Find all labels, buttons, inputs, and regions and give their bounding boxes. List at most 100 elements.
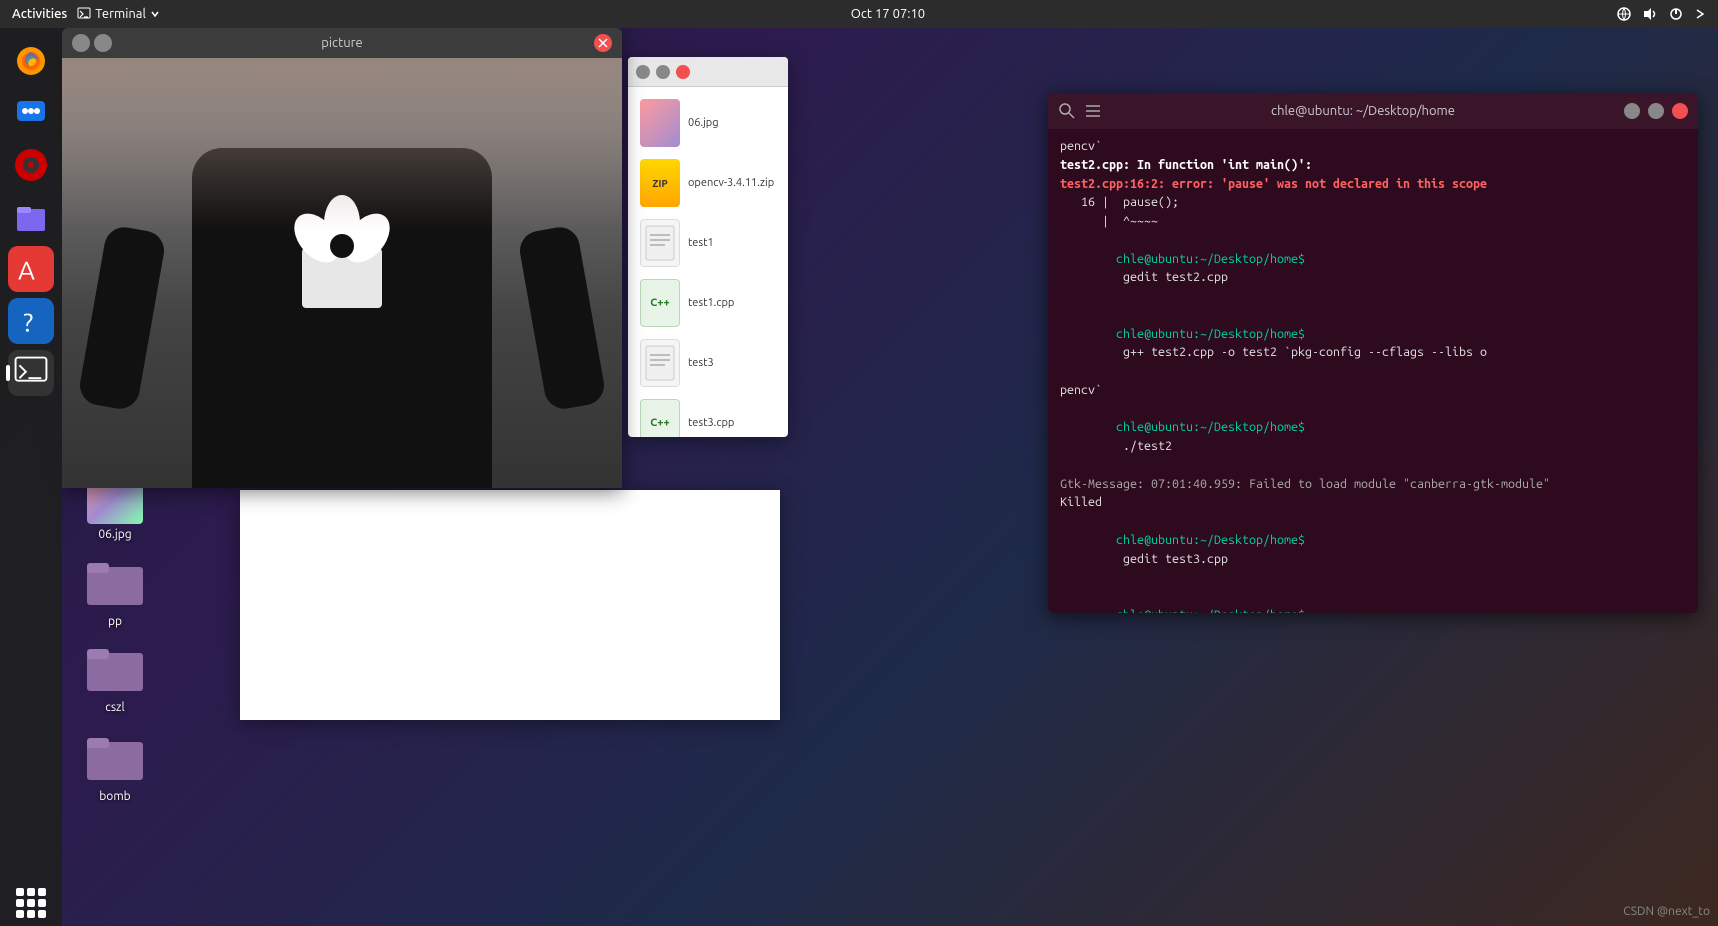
- file-item-06jpg[interactable]: 06.jpg: [636, 95, 780, 151]
- active-indicator: [6, 365, 10, 381]
- chevron-down-icon: [150, 9, 160, 19]
- picture-window: picture: [62, 28, 622, 488]
- grid-dot: [16, 910, 24, 918]
- terminal-search-icon[interactable]: [1058, 102, 1076, 120]
- 06jpg-label: 06.jpg: [98, 528, 131, 541]
- file-item-test3[interactable]: test3: [636, 335, 780, 391]
- files-body: 06.jpg ZIP opencv-3.4.11.zip test1: [628, 87, 788, 437]
- pp-label: pp: [108, 615, 122, 628]
- dock-software[interactable]: A: [8, 246, 54, 292]
- test3cpp-file-label: test3.cpp: [688, 417, 734, 429]
- dock-music[interactable]: [8, 142, 54, 188]
- file-item-opencv[interactable]: ZIP opencv-3.4.11.zip: [636, 155, 780, 211]
- terminal-close-button[interactable]: [1672, 103, 1688, 119]
- grid-dot: [16, 899, 24, 907]
- bomb-label: bomb: [99, 790, 130, 803]
- folder-svg: [87, 559, 143, 607]
- file-item-test1cpp[interactable]: C++ test1.cpp: [636, 275, 780, 331]
- dock-help[interactable]: ?: [8, 298, 54, 344]
- topbar-datetime: Oct 17 07:10: [851, 7, 925, 21]
- file-item-test1[interactable]: test1: [636, 215, 780, 271]
- files-icon: [13, 199, 49, 235]
- term-line: chle@ubuntu:~/Desktop/home$ gedit test3.…: [1060, 512, 1686, 587]
- pp-folder-icon: [87, 555, 143, 611]
- term-line: chle@ubuntu:~/Desktop/home$ ./test2: [1060, 400, 1686, 475]
- close-x-icon: [598, 38, 608, 48]
- csdn-watermark: CSDN @next_to: [1623, 905, 1710, 918]
- file-item-test3cpp[interactable]: C++ test3.cpp: [636, 395, 780, 437]
- dock-terminal[interactable]: [8, 350, 54, 396]
- term-line: chle@ubuntu:~/Desktop/home$ gedit test2.…: [1060, 231, 1686, 306]
- chevron-right-icon: [1694, 8, 1706, 20]
- picture-title: picture: [321, 36, 362, 50]
- firefox-icon: [13, 43, 49, 79]
- test1-file-label: test1: [688, 237, 714, 249]
- desktop-icon-pp[interactable]: pp: [75, 555, 155, 628]
- topbar-right-icons: [1616, 6, 1706, 22]
- term-line: pencv`: [1060, 381, 1686, 400]
- bottom-white-area: [240, 490, 780, 720]
- opencv-file-label: opencv-3.4.11.zip: [688, 177, 774, 189]
- files-close-button[interactable]: [676, 65, 690, 79]
- grid-dot: [27, 910, 35, 918]
- files-minimize-button[interactable]: [656, 65, 670, 79]
- term-line: test2.cpp:16:2: error: 'pause' was not d…: [1060, 175, 1686, 194]
- term-line: Killed: [1060, 493, 1686, 512]
- picture-close-button[interactable]: [594, 34, 612, 52]
- term-line: pencv`: [1060, 137, 1686, 156]
- grid-dot: [27, 888, 35, 896]
- picture-minimize-button[interactable]: [72, 34, 90, 52]
- dock-firefox[interactable]: [8, 38, 54, 84]
- terminal-maximize-button[interactable]: [1648, 103, 1664, 119]
- music-icon: [13, 147, 49, 183]
- term-line: | ^~~~~: [1060, 212, 1686, 231]
- grid-dot: [38, 910, 46, 918]
- term-line: test2.cpp: In function 'int main()':: [1060, 156, 1686, 175]
- folder-svg: [87, 734, 143, 782]
- grid-dot: [38, 888, 46, 896]
- grid-dot: [38, 899, 46, 907]
- test1cpp-file-label: test1.cpp: [688, 297, 734, 309]
- terminal-dock-icon: [13, 355, 49, 391]
- terminal-titlebar: chle@ubuntu: ~/Desktop/home: [1048, 93, 1698, 129]
- grid-dot: [27, 899, 35, 907]
- dock-messages[interactable]: [8, 90, 54, 136]
- adidas-image: [62, 58, 622, 488]
- terminal-window: chle@ubuntu: ~/Desktop/home pencv` test2…: [1048, 93, 1698, 613]
- terminal-body[interactable]: pencv` test2.cpp: In function 'int main(…: [1048, 129, 1698, 613]
- software-icon: A: [13, 251, 49, 287]
- files-window: 06.jpg ZIP opencv-3.4.11.zip test1: [628, 57, 788, 437]
- files-menu-button[interactable]: [636, 65, 650, 79]
- activities-button[interactable]: Activities: [12, 7, 67, 21]
- picture-content: [62, 58, 622, 488]
- power-icon: [1668, 6, 1684, 22]
- grid-dot: [16, 888, 24, 896]
- terminal-title: chle@ubuntu: ~/Desktop/home: [1110, 104, 1616, 118]
- files-titlebar: [628, 57, 788, 87]
- test3cpp-file-icon: C++: [640, 399, 680, 437]
- desktop-icon-cszl[interactable]: cszl: [75, 641, 155, 714]
- dock-files[interactable]: [8, 194, 54, 240]
- text-file-svg: [645, 225, 675, 261]
- dock-app-grid[interactable]: [8, 880, 54, 926]
- picture-titlebar: picture: [62, 28, 622, 58]
- picture-maximize-button[interactable]: [94, 34, 112, 52]
- terminal-minimize-button[interactable]: [1624, 103, 1640, 119]
- test1cpp-file-icon: C++: [640, 279, 680, 327]
- desktop: Activities Terminal Oct 17 07:10: [0, 0, 1718, 926]
- terminal-menu[interactable]: Terminal: [77, 7, 160, 21]
- terminal-menu-icon[interactable]: [1084, 102, 1102, 120]
- cszl-label: cszl: [105, 701, 124, 714]
- dock: A ?: [0, 28, 62, 926]
- desktop-icon-bomb[interactable]: bomb: [75, 730, 155, 803]
- terminal-icon: [77, 7, 91, 21]
- 06jpg-file-icon: [640, 99, 680, 147]
- volume-icon: [1642, 6, 1658, 22]
- test3-file-icon: [640, 339, 680, 387]
- opencv-file-icon: ZIP: [640, 159, 680, 207]
- network-icon: [1616, 6, 1632, 22]
- 06jpg-file-label: 06.jpg: [688, 117, 719, 129]
- folder-svg: [87, 645, 143, 693]
- topbar: Activities Terminal Oct 17 07:10: [0, 0, 1718, 28]
- svg-text:A: A: [18, 255, 35, 284]
